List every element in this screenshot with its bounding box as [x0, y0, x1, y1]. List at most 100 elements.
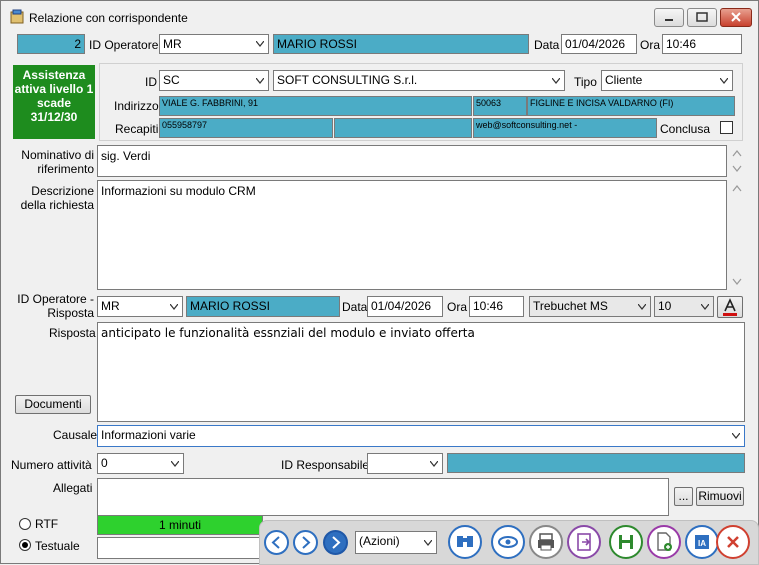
- conclusa-checkbox[interactable]: [720, 121, 733, 134]
- dialog-window: Relazione con corrispondente 2 ID Operat…: [0, 0, 759, 565]
- export-icon: [577, 533, 591, 551]
- cap-field: 50063: [473, 96, 527, 116]
- azioni-select[interactable]: (Azioni): [355, 531, 437, 554]
- contact-id-select[interactable]: SC: [159, 70, 269, 91]
- app-icon: [10, 9, 24, 24]
- id-responsabile-label: ID Responsabile: [281, 458, 370, 472]
- tipo-select[interactable]: Cliente: [601, 70, 733, 91]
- minimize-icon: [665, 19, 673, 21]
- preview-button[interactable]: [491, 525, 525, 559]
- scroll-up-icon[interactable]: [732, 184, 742, 192]
- id-operatore-value: MR: [163, 37, 182, 51]
- chevron-down-icon: [171, 460, 179, 467]
- address-field: VIALE G. FABBRINI, 91: [159, 96, 472, 116]
- company-value: SOFT CONSULTING S.r.l.: [277, 73, 418, 87]
- next-button[interactable]: [293, 530, 318, 555]
- testuale-label: Testuale: [35, 539, 80, 553]
- search-button[interactable]: [448, 525, 482, 559]
- causale-value: Informazioni varie: [101, 428, 196, 442]
- save-icon: [619, 535, 633, 549]
- email-field: web@softconsulting.net -: [473, 118, 657, 138]
- chevron-down-icon: [552, 77, 560, 84]
- close-x-icon: [731, 12, 741, 22]
- chevron-down-icon: [638, 303, 646, 310]
- eye-icon: [498, 536, 518, 548]
- contact-id-value: SC: [163, 73, 180, 87]
- title-bar: Relazione con corrispondente: [1, 1, 758, 31]
- allegati-label: Allegati: [53, 481, 93, 495]
- scroll-up-icon[interactable]: [732, 149, 742, 157]
- font-color-icon: [723, 298, 737, 316]
- chevron-down-icon: [701, 303, 709, 310]
- ora-field[interactable]: 10:46: [662, 34, 742, 54]
- maximize-button[interactable]: [687, 8, 717, 27]
- timer-bar: 1 minuti: [97, 515, 263, 535]
- nominativo-field[interactable]: sig. Verdi: [97, 145, 727, 177]
- ai-button[interactable]: IA: [685, 525, 719, 559]
- rimuovi-button[interactable]: Rimuovi: [696, 487, 744, 506]
- id-operatore-label: ID Operatore: [89, 38, 159, 52]
- last-button[interactable]: [323, 530, 348, 555]
- causale-label: Causale: [53, 428, 98, 442]
- chevron-down-icon: [720, 77, 728, 84]
- font-size-select[interactable]: 10: [654, 296, 714, 317]
- rtf-label: RTF: [35, 517, 59, 531]
- export-button[interactable]: [567, 525, 601, 559]
- id-operatore-select[interactable]: MR: [159, 34, 269, 54]
- next-icon: [302, 536, 311, 549]
- numero-attivita-select[interactable]: 0: [97, 453, 184, 474]
- id-label: ID: [145, 75, 157, 89]
- responsabile-name: [447, 453, 745, 473]
- azioni-value: (Azioni): [359, 534, 400, 548]
- font-color-button[interactable]: [717, 296, 743, 318]
- scroll-down-icon[interactable]: [732, 165, 742, 173]
- risposta-operatore-value: MR: [101, 299, 120, 313]
- chevron-down-icon: [170, 303, 178, 310]
- allegati-field[interactable]: [97, 478, 669, 516]
- minimize-button[interactable]: [654, 8, 684, 27]
- rtf-radio[interactable]: [19, 518, 31, 530]
- chevron-down-icon: [732, 433, 740, 439]
- ai-icon: IA: [695, 535, 709, 549]
- descrizione-field[interactable]: Informazioni su modulo CRM: [97, 180, 727, 290]
- svg-text:IA: IA: [698, 539, 706, 548]
- scroll-down-icon[interactable]: [732, 278, 742, 286]
- id-responsabile-select[interactable]: [367, 453, 443, 474]
- causale-select[interactable]: Informazioni varie: [97, 425, 745, 447]
- risposta-operatore-name: MARIO ROSSI: [186, 296, 340, 317]
- delete-button[interactable]: [716, 525, 750, 559]
- tipo-label: Tipo: [574, 75, 597, 89]
- browse-button[interactable]: ...: [674, 487, 693, 506]
- window-title: Relazione con corrispondente: [29, 11, 188, 25]
- save-button[interactable]: [609, 525, 643, 559]
- record-number: 2: [17, 34, 85, 54]
- risposta-ora-field[interactable]: 10:46: [469, 296, 524, 317]
- risposta-operatore-select[interactable]: MR: [97, 296, 183, 317]
- phone-field: 055958797: [159, 118, 333, 138]
- font-name-select[interactable]: Trebuchet MS: [529, 296, 651, 317]
- risposta-ora-label: Ora: [447, 300, 468, 314]
- id-operatore-risposta-label: ID Operatore - Risposta: [17, 292, 94, 320]
- prev-button[interactable]: [264, 530, 289, 555]
- data-label: Data: [534, 38, 560, 52]
- operatore-name: MARIO ROSSI: [273, 34, 529, 54]
- risposta-field[interactable]: anticipato le funzionalità essnziali del…: [97, 322, 745, 422]
- risposta-data-field[interactable]: 01/04/2026: [367, 296, 443, 317]
- ora-label: Ora: [640, 38, 661, 52]
- new-document-button[interactable]: [647, 525, 681, 559]
- chevron-down-icon: [256, 77, 264, 84]
- documenti-button[interactable]: Documenti: [15, 395, 91, 414]
- testuale-radio[interactable]: [19, 539, 31, 551]
- chevron-down-icon: [430, 460, 438, 467]
- extra-field[interactable]: [97, 537, 263, 559]
- phone2-field: [334, 118, 472, 138]
- company-select[interactable]: SOFT CONSULTING S.r.l.: [273, 70, 565, 91]
- data-field[interactable]: 01/04/2026: [561, 34, 637, 54]
- close-window-button[interactable]: [720, 8, 752, 27]
- numero-attivita-value: 0: [101, 456, 108, 470]
- maximize-icon: [696, 12, 708, 22]
- binoculars-icon: [457, 536, 473, 547]
- action-toolbar: (Azioni) IA: [259, 520, 759, 565]
- print-button[interactable]: [529, 525, 563, 559]
- new-doc-icon: [657, 532, 672, 551]
